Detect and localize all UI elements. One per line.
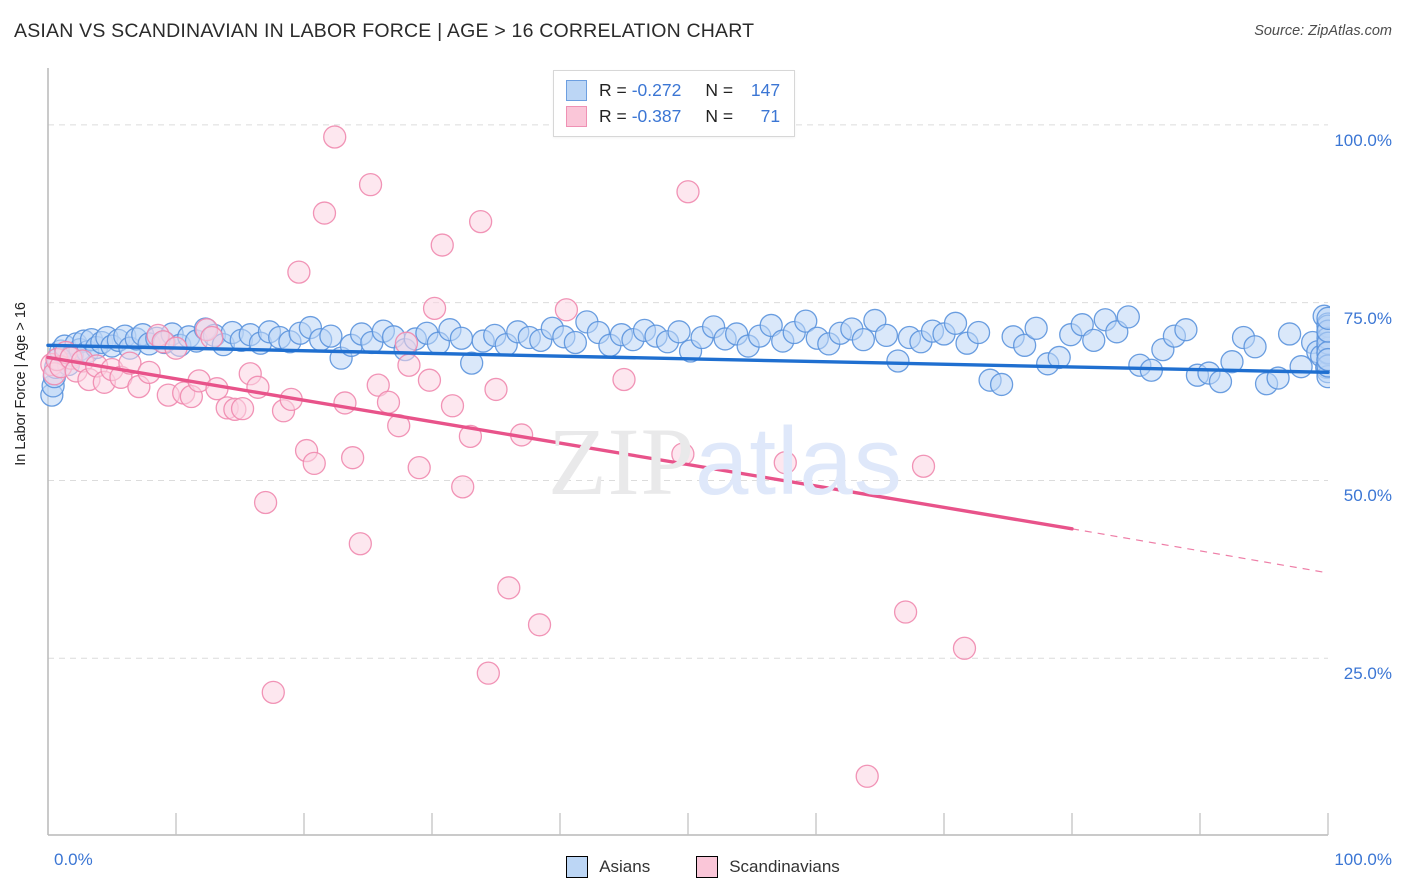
y-axis-title-text: In Labor Force | Age > 16 — [13, 302, 29, 466]
data-point — [449, 326, 474, 350]
data-point — [302, 451, 326, 476]
data-point — [855, 764, 879, 788]
n-value-asians: 147 — [750, 79, 781, 100]
n-label-scandinavians: N = — [705, 105, 734, 126]
data-point — [874, 323, 899, 348]
data-point — [563, 330, 588, 355]
data-point — [468, 209, 493, 234]
y-tick-25: 25.0% — [1343, 664, 1392, 684]
data-point — [407, 455, 431, 480]
legend-item-scandinavians[interactable]: Scandinavians — [696, 856, 840, 878]
data-point — [612, 367, 636, 392]
data-point — [287, 260, 311, 284]
data-point — [333, 391, 357, 415]
data-point — [527, 613, 552, 637]
data-point — [476, 661, 500, 685]
data-point — [886, 349, 910, 373]
data-point — [323, 125, 347, 149]
data-point — [261, 680, 285, 705]
page-title: ASIAN VS SCANDINAVIAN IN LABOR FORCE | A… — [14, 20, 755, 42]
data-point — [430, 233, 454, 257]
data-point — [893, 600, 918, 624]
correlation-legend-box: R = -0.272 N = 147 R = -0.387 N = 71 — [553, 70, 796, 137]
data-point — [989, 372, 1014, 397]
data-point — [554, 298, 579, 322]
data-point — [1243, 335, 1267, 359]
data-point — [440, 394, 465, 418]
trend-line-scandinavians — [46, 355, 1074, 531]
legend-label-scandinavians: Scandinavians — [729, 857, 840, 876]
legend-swatch-asians-icon — [566, 856, 589, 878]
y-axis-title: In Labor Force | Age > 16 — [10, 0, 32, 768]
correlation-row-scandinavians: R = -0.387 N = 71 — [566, 103, 780, 129]
legend-item-asians[interactable]: Asians — [566, 856, 650, 878]
legend-swatch-scandinavians-icon — [696, 856, 719, 878]
swatch-scandinavians-icon — [566, 105, 587, 127]
n-value-scandinavians: 71 — [760, 105, 781, 126]
data-point — [200, 325, 224, 350]
data-point — [348, 532, 372, 556]
series-legend: Asians Scandinavians — [0, 856, 1406, 878]
data-point — [952, 636, 977, 660]
data-point — [376, 390, 401, 414]
r-value-asians: -0.272 — [631, 79, 682, 100]
data-point — [340, 446, 365, 470]
correlation-row-asians: R = -0.272 N = 147 — [566, 77, 780, 103]
data-point — [358, 172, 383, 197]
data-point — [851, 327, 876, 352]
data-point — [1174, 318, 1198, 342]
data-point — [417, 368, 442, 392]
data-point — [773, 451, 797, 475]
y-tick-100: 100.0% — [1334, 130, 1392, 150]
r-value-scandinavians: -0.387 — [631, 105, 682, 126]
r-label-scandinavians: R = — [599, 105, 627, 126]
data-point — [394, 331, 419, 355]
data-point — [1208, 369, 1233, 394]
data-point — [911, 454, 936, 478]
data-point — [1277, 322, 1302, 346]
data-point — [484, 377, 508, 402]
y-tick-75: 75.0% — [1343, 308, 1392, 328]
data-point — [397, 353, 421, 377]
chart-page: ASIAN VS SCANDINAVIAN IN LABOR FORCE | A… — [0, 0, 1406, 892]
scatter-plot-canvas — [40, 68, 1330, 836]
y-tick-50: 50.0% — [1343, 486, 1392, 506]
r-label-asians: R = — [599, 79, 627, 100]
legend-label-asians: Asians — [599, 857, 651, 876]
data-point — [966, 320, 991, 345]
swatch-asians-icon — [566, 79, 587, 101]
data-point — [230, 396, 255, 421]
data-point — [1082, 328, 1106, 353]
data-point — [422, 296, 447, 321]
data-point — [1116, 305, 1140, 329]
series-points-scandinavians — [40, 125, 977, 788]
data-point — [676, 180, 700, 204]
data-point — [451, 475, 475, 499]
data-point — [253, 490, 278, 515]
series-points-asians — [40, 304, 1330, 407]
data-point — [667, 320, 691, 344]
data-point — [319, 324, 343, 348]
data-point — [312, 201, 337, 225]
source-attribution: Source: ZipAtlas.com — [1254, 23, 1392, 39]
data-point — [1024, 316, 1048, 340]
trend-line-extension-scandinavians — [1071, 528, 1329, 574]
data-point — [943, 311, 968, 335]
n-label-asians: N = — [705, 79, 734, 100]
data-point — [497, 576, 521, 600]
plot-area — [40, 68, 1330, 836]
